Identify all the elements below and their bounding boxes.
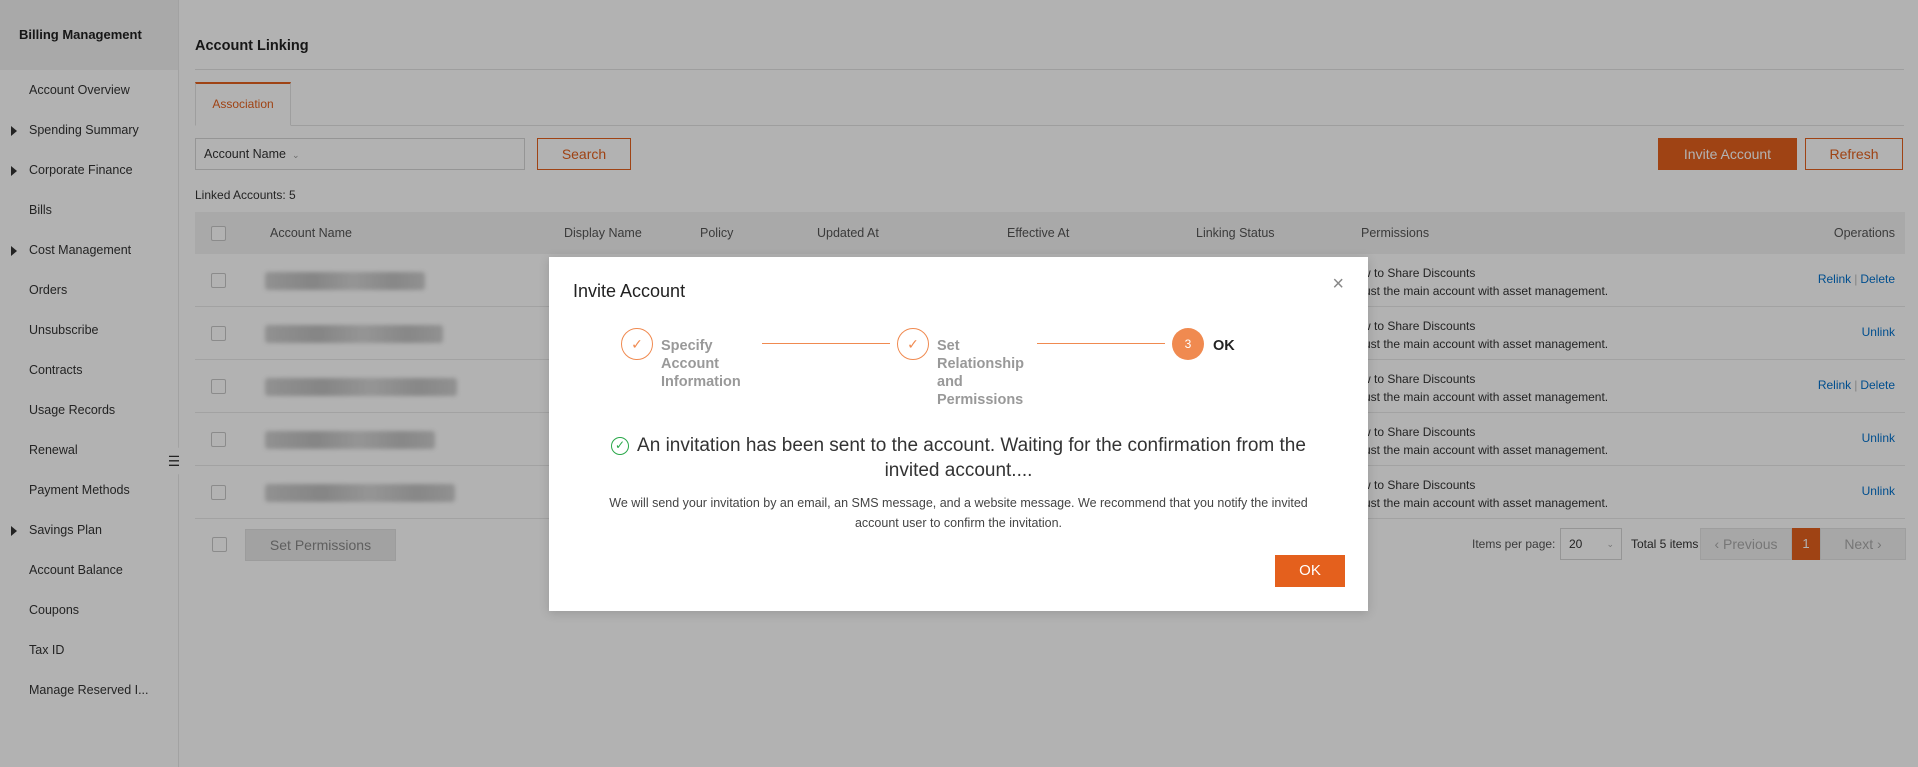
step-complete-check-icon: ✓ (897, 328, 929, 360)
step-number-current: 3 (1172, 328, 1204, 360)
step-label-set-relationship: Set Relationship and Permissions (937, 338, 1025, 408)
success-check-icon: ✓ (611, 437, 630, 455)
success-message-text: An invitation has been sent to the accou… (637, 435, 1306, 481)
step-connector (1037, 343, 1165, 344)
step-label-ok: OK (1213, 338, 1235, 354)
step-complete-check-icon: ✓ (621, 328, 653, 360)
dialog-title: Invite Account (573, 281, 686, 301)
success-message: ✓ An invitation has been sent to the acco… (589, 433, 1328, 483)
invitation-detail-text: We will send your invitation by an email… (609, 496, 1308, 530)
step-connector (762, 343, 890, 344)
close-icon[interactable]: × (1332, 274, 1344, 294)
step-label-specify-account: Specify Account Information (661, 338, 741, 390)
ok-button[interactable]: OK (1275, 555, 1345, 587)
invite-account-dialog: Invite Account × ✓ Specify Account Infor… (549, 257, 1368, 611)
